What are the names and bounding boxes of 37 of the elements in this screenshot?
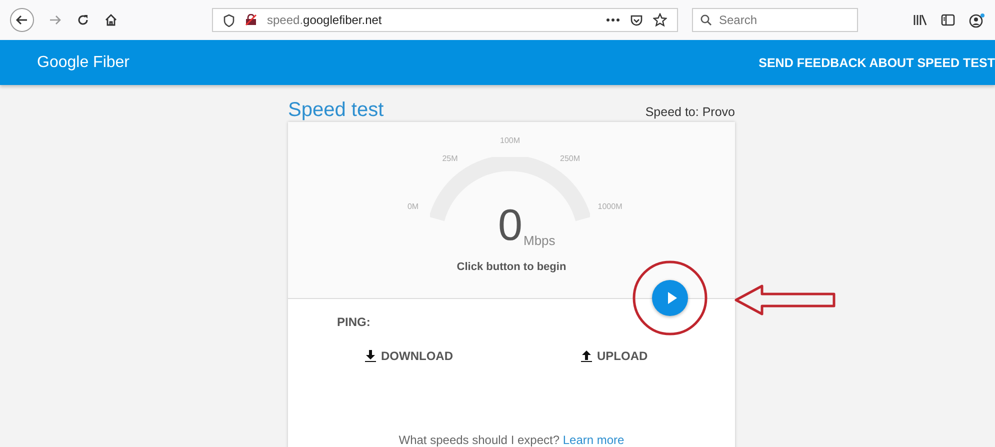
download-label: DOWNLOAD	[381, 349, 453, 363]
logo-text[interactable]: Google Fiber	[37, 54, 130, 72]
forward-icon[interactable]	[48, 13, 62, 27]
start-button[interactable]	[652, 280, 688, 316]
gauge-tick-label: 25M	[442, 154, 458, 163]
more-icon[interactable]	[606, 18, 620, 22]
back-button[interactable]	[10, 8, 34, 32]
library-icon[interactable]	[913, 14, 927, 26]
sidebar-icon[interactable]	[941, 14, 955, 26]
shield-icon	[223, 14, 235, 26]
gauge-tick-label: 100M	[500, 136, 520, 145]
ping-label: PING:	[337, 315, 372, 329]
download-icon	[365, 350, 376, 362]
feedback-link[interactable]: SEND FEEDBACK ABOUT SPEED TEST	[758, 56, 995, 70]
address-bar[interactable]: speed.googlefiber.net	[212, 8, 678, 32]
account-icon[interactable]	[969, 12, 985, 28]
upload-label: UPLOAD	[597, 349, 648, 363]
pocket-icon[interactable]	[630, 14, 643, 26]
search-field[interactable]: Search	[692, 8, 858, 32]
upload-icon	[581, 350, 592, 362]
reload-icon[interactable]	[76, 13, 90, 27]
page-title: Speed test	[288, 99, 384, 122]
speed-value: 0	[498, 204, 522, 248]
url-text: speed.googlefiber.net	[267, 13, 382, 27]
insecure-lock-icon	[245, 14, 257, 26]
learn-more-link[interactable]: Learn more	[562, 433, 624, 447]
server-location: Speed to: Provo	[645, 105, 735, 121]
gauge-tick-label: 0M	[407, 202, 419, 211]
speed-unit: Mbps	[523, 233, 556, 248]
play-icon	[666, 292, 676, 304]
back-arrow-icon	[15, 13, 29, 27]
status-text: Click button to begin	[456, 261, 566, 273]
expectation-text: What speeds should I expect? Learn more	[398, 433, 626, 447]
gauge-tick-label: 1000M	[598, 202, 622, 211]
home-icon[interactable]	[104, 13, 118, 27]
star-icon[interactable]	[653, 13, 667, 27]
gauge-tick-label: 250M	[560, 154, 580, 163]
